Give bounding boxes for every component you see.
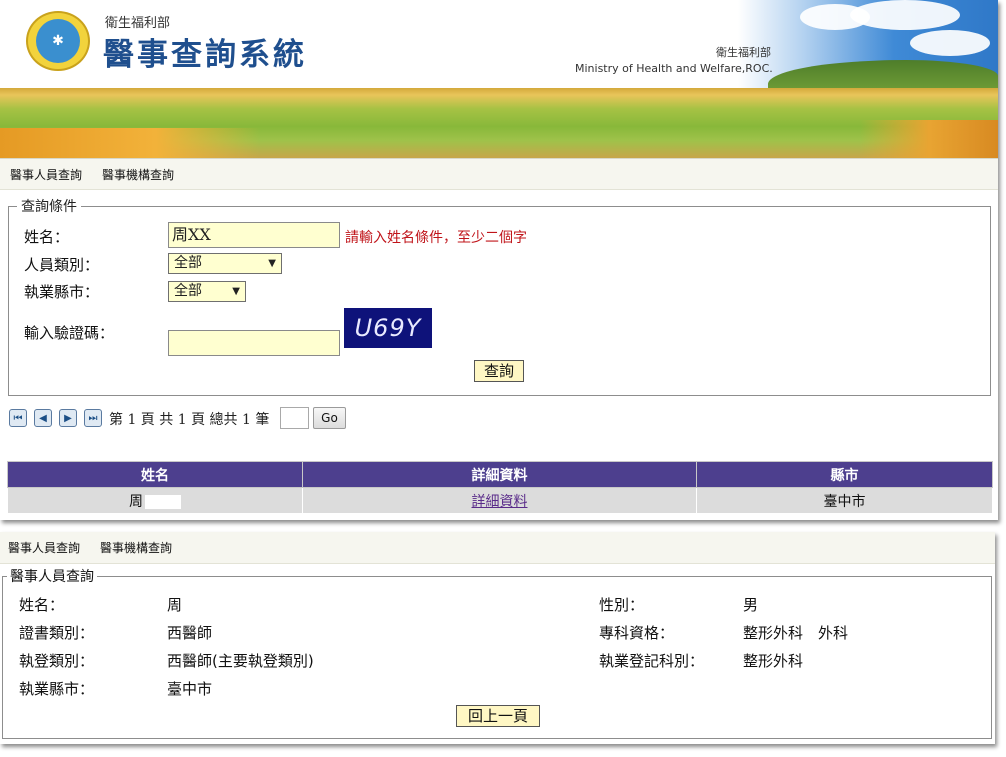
page-number-input[interactable] (280, 407, 309, 429)
type-label: 人員類別： (24, 256, 100, 274)
detail-gender-value: 男 (743, 596, 759, 614)
nav-institution-query[interactable]: 醫事機構查詢 (100, 539, 172, 556)
dropdown-arrow-icon: ▼ (232, 286, 240, 297)
table-row: 周 詳細資料 臺中市 (7, 487, 993, 514)
site-header: ✱ 衛生福利部 醫事查詢系統 衛生福利部 Ministry of Health … (0, 0, 998, 158)
name-input[interactable]: 周XX (168, 222, 340, 248)
nav-institution-query[interactable]: 醫事機構查詢 (102, 166, 174, 183)
query-legend: 查詢條件 (21, 199, 77, 215)
captcha-label: 輸入驗證碼： (24, 324, 115, 342)
nav-personnel-query[interactable]: 醫事人員查詢 (8, 539, 80, 556)
captcha-input[interactable] (168, 330, 340, 356)
city-select[interactable]: 全部 ▼ (168, 281, 246, 302)
result-city: 臺中市 (696, 487, 993, 514)
detail-cert-value: 西醫師 (167, 624, 213, 642)
detail-name-value: 周 (167, 596, 183, 614)
column-header-detail: 詳細資料 (302, 461, 697, 488)
detail-dept-value: 整形外科 (743, 652, 804, 670)
top-nav: 醫事人員查詢 醫事機構查詢 (0, 158, 998, 190)
detail-panel: 醫事人員查詢 醫事機構查詢 醫事人員查詢 姓名： 周 性別： 男 證書類別： 西… (0, 532, 995, 744)
detail-city-value: 臺中市 (167, 680, 213, 698)
detail-cert-label: 證書類別： (19, 624, 95, 642)
dropdown-arrow-icon: ▼ (268, 258, 276, 269)
nav-personnel-query[interactable]: 醫事人員查詢 (10, 166, 82, 183)
name-label: 姓名： (24, 228, 70, 246)
results-table: 姓名 詳細資料 縣市 周 詳細資料 臺中市 (7, 461, 993, 514)
query-panel: ✱ 衛生福利部 醫事查詢系統 衛生福利部 Ministry of Health … (0, 0, 998, 520)
system-title: 醫事查詢系統 (103, 37, 307, 73)
ministry-logo-icon: ✱ (26, 11, 90, 71)
ministry-name-right: 衛生福利部 (716, 46, 771, 59)
detail-city-label: 執業縣市： (19, 680, 95, 698)
result-detail-cell: 詳細資料 (302, 487, 697, 514)
pager-info: 第 1 頁 共 1 頁 總共 1 筆 (109, 412, 270, 428)
city-label: 執業縣市： (24, 283, 100, 301)
prev-page-icon[interactable]: ◀ (34, 409, 52, 427)
go-button[interactable]: Go (313, 407, 346, 429)
ministry-name-english: Ministry of Health and Welfare,ROC. (575, 62, 773, 75)
name-hint: 請輸入姓名條件，至少二個字 (345, 230, 527, 246)
captcha-image: U69Y (344, 308, 432, 348)
first-page-icon[interactable]: ⏮ (9, 409, 27, 427)
detail-legend: 醫事人員查詢 (10, 569, 94, 585)
detail-gender-label: 性別： (599, 596, 645, 614)
detail-specialty-label: 專科資格： (599, 624, 675, 642)
next-page-icon[interactable]: ▶ (59, 409, 77, 427)
type-select[interactable]: 全部 ▼ (168, 253, 282, 274)
result-name: 周 (7, 487, 303, 514)
detail-nav: 醫事人員查詢 醫事機構查詢 (0, 532, 995, 564)
detail-reg-value: 西醫師(主要執登類別) (167, 652, 314, 670)
detail-link[interactable]: 詳細資料 (472, 494, 528, 510)
detail-name-label: 姓名： (19, 596, 65, 614)
back-button[interactable]: 回上一頁 (456, 705, 540, 727)
search-button[interactable]: 查詢 (474, 360, 524, 382)
detail-dept-label: 執業登記科別： (599, 652, 705, 670)
detail-reg-label: 執登類別： (19, 652, 95, 670)
column-header-city: 縣市 (696, 461, 993, 488)
column-header-name: 姓名 (7, 461, 303, 488)
last-page-icon[interactable]: ⏭ (84, 409, 102, 427)
detail-specialty-value: 整形外科 外科 (743, 624, 849, 642)
